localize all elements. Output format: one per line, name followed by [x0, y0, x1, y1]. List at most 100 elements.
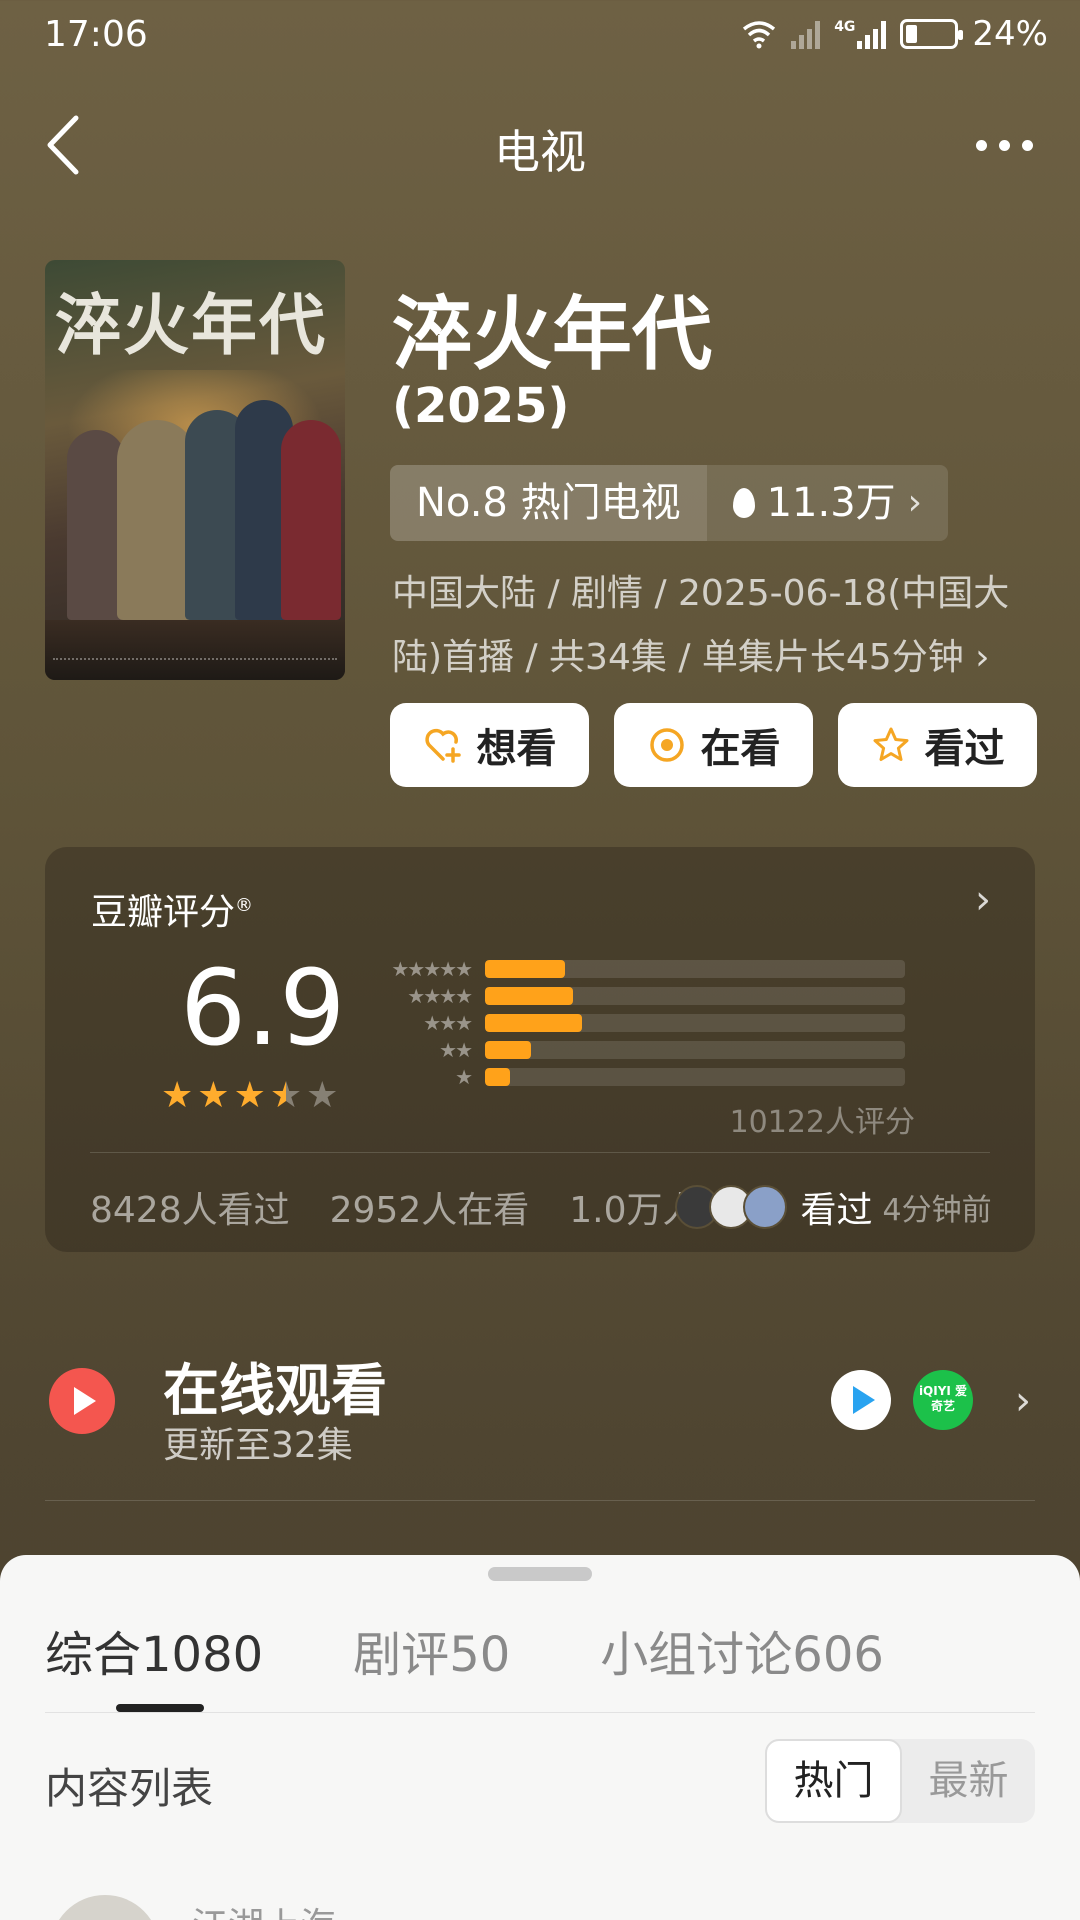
status-icons: 4G 24% [741, 14, 1048, 54]
show-year: (2025) [392, 378, 570, 434]
chevron-right-icon[interactable]: › [1015, 1378, 1031, 1424]
signal-sim2-icon: 4G [834, 19, 887, 49]
rating-count: 10122人评分 [729, 1105, 915, 1140]
show-title: 淬火年代 [392, 288, 712, 381]
target-icon [649, 728, 684, 762]
distribution-stars: ★★★ [423, 1010, 473, 1035]
watched-label: 看过 [924, 726, 1005, 772]
signal-sim1-icon [791, 19, 821, 49]
rating-label: 豆瓣评分® [91, 883, 253, 935]
watching-label: 在看 [700, 726, 781, 772]
chevron-right-icon: › [907, 482, 923, 523]
play-icon [49, 1368, 115, 1434]
nav-bar: 电视 [0, 90, 1080, 200]
divider [45, 1500, 1035, 1501]
action-buttons: 想看 在看 看过 [390, 703, 1037, 787]
wifi-icon [743, 21, 776, 49]
star-icon: ★ [306, 1075, 339, 1116]
list-item-author[interactable]: 江湖上海 [192, 1897, 336, 1920]
tab-bar: 综合1080 剧评50 小组讨论606 [45, 1615, 974, 1685]
star-half-icon: ★ [269, 1075, 303, 1116]
tab-group-discussion[interactable]: 小组讨论606 [600, 1615, 884, 1685]
heat-value: 11.3万 [766, 480, 896, 526]
chevron-right-icon: › [975, 637, 990, 678]
iqiyi-logo-text: iQIYI 爱奇艺 [918, 1384, 968, 1413]
want-label: 想看 [476, 726, 557, 772]
recent-avatars[interactable] [674, 1185, 787, 1229]
rating-card[interactable]: 豆瓣评分® › 6.9 ★ ★ ★ ★ ★ ★★★★★ ★★★★ ★★★ ★★ ★ 10122人… [45, 847, 1035, 1252]
watching-button[interactable]: 在看 [614, 703, 813, 787]
star-icon: ★ [161, 1075, 194, 1116]
distribution-track [485, 1013, 905, 1032]
heat-section[interactable]: 11.3万 › [706, 465, 949, 541]
distribution-stars: ★★★★★ [391, 956, 473, 981]
meta-line-2: 陆)首播 / 共34集 / 单集片长45分钟 [392, 637, 964, 678]
tab-overview[interactable]: 综合1080 [45, 1615, 263, 1685]
registered-mark: ® [235, 895, 254, 916]
avatar[interactable] [50, 1895, 160, 1920]
distribution-bar [485, 1067, 511, 1086]
rating-stats: 8428人看过 2952人在看 1.0万人 看过 4分钟前 [90, 1181, 992, 1233]
avatar [742, 1185, 787, 1229]
star-icon [873, 727, 908, 761]
meta-line-1: 中国大陆 / 剧情 / 2025-06-18(中国大 [392, 573, 1010, 614]
iqiyi-icon[interactable]: iQIYI 爱奇艺 [913, 1370, 973, 1430]
divider [90, 1152, 990, 1153]
distribution-bar [485, 1013, 582, 1032]
distribution-bar [485, 986, 574, 1005]
star-icon: ★ [233, 1075, 266, 1116]
watched-count: 8428人看过 [90, 1190, 290, 1231]
online-subtitle: 更新至32集 [163, 1425, 353, 1466]
divider [45, 1712, 1035, 1713]
online-title: 在线观看 [163, 1359, 387, 1424]
poster-title: 淬火年代 [55, 286, 327, 364]
tab-reviews[interactable]: 剧评50 [353, 1615, 510, 1685]
status-bar: 17:06 4G 24% [0, 0, 1080, 80]
score-stars: ★ ★ ★ ★ ★ [161, 1075, 338, 1116]
distribution-row-1-star: ★ [375, 1063, 975, 1090]
page-title: 电视 [494, 125, 586, 179]
battery-level [906, 25, 918, 43]
heart-plus-icon [424, 728, 461, 763]
online-watch-row[interactable]: 在线观看 更新至32集 iQIYI 爱奇艺 › [45, 1340, 1035, 1490]
battery-icon [900, 19, 964, 49]
distribution-row-3-star: ★★★ [375, 1009, 975, 1036]
watched-button[interactable]: 看过 [838, 703, 1037, 787]
distribution-track [485, 1040, 905, 1059]
rank-badge[interactable]: No.8 热门电视 11.3万 › [390, 465, 949, 541]
network-type-label: 4G [834, 19, 856, 35]
flame-icon [732, 488, 755, 518]
sort-hot-button[interactable]: 热门 [765, 1739, 902, 1823]
chevron-right-icon[interactable]: › [975, 877, 991, 923]
distribution-stars: ★★★★ [407, 983, 473, 1008]
distribution-stars: ★★ [439, 1037, 473, 1062]
distribution-bar [485, 959, 565, 978]
bottom-sheet: 综合1080 剧评50 小组讨论606 内容列表 热门 最新 江湖上海 [0, 1555, 1080, 1920]
distribution-row-5-star: ★★★★★ [375, 955, 975, 982]
watching-count: 2952人在看 [329, 1190, 530, 1231]
rating-score: 6.9 [180, 947, 346, 1069]
distribution-row-4-star: ★★★★ [375, 982, 975, 1009]
tencent-video-icon[interactable] [831, 1370, 891, 1430]
sort-toggle: 热门 最新 [765, 1739, 1035, 1823]
battery-percent: 24% [972, 14, 1048, 54]
distribution-stars: ★ [455, 1064, 473, 1089]
more-icon[interactable] [964, 120, 1044, 170]
rating-label-text: 豆瓣评分 [91, 892, 236, 933]
distribution-track [485, 959, 905, 978]
recent-label: 看过 [800, 1190, 873, 1231]
recent-time: 4分钟前 [882, 1193, 992, 1228]
distribution-track [485, 986, 905, 1005]
distribution-track [485, 1067, 905, 1086]
distribution-row-2-star: ★★ [375, 1036, 975, 1063]
show-meta[interactable]: 中国大陆 / 剧情 / 2025-06-18(中国大 陆)首播 / 共34集 /… [392, 562, 1042, 690]
drag-handle[interactable] [488, 1567, 592, 1581]
star-icon: ★ [197, 1075, 230, 1116]
want-button[interactable]: 想看 [390, 703, 589, 787]
rating-distribution: ★★★★★ ★★★★ ★★★ ★★ ★ [375, 955, 975, 1090]
sort-new-button[interactable]: 最新 [902, 1739, 1035, 1823]
poster-image[interactable]: 淬火年代 [45, 260, 345, 680]
tab-underline [116, 1704, 204, 1712]
distribution-bar [485, 1040, 532, 1059]
list-header: 内容列表 [45, 1764, 214, 1813]
